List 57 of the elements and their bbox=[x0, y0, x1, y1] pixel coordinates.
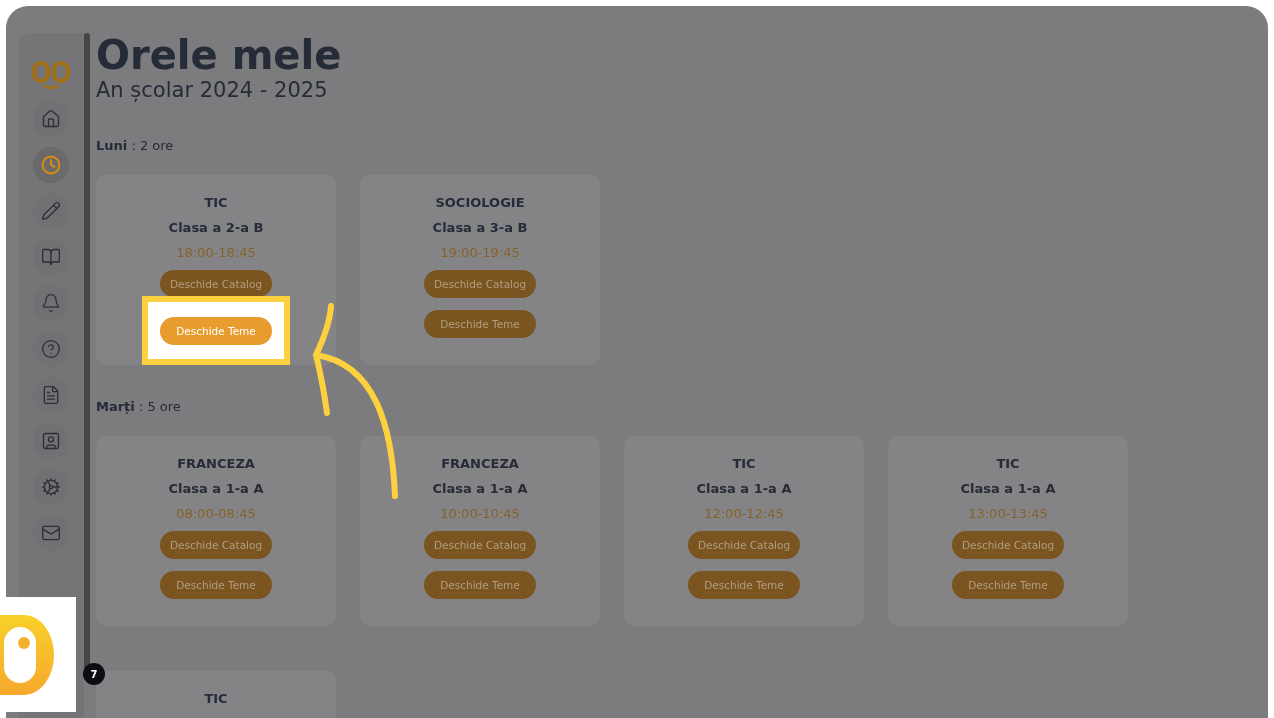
mail-button[interactable] bbox=[33, 515, 69, 551]
lesson-time: 12:00-12:45 bbox=[704, 506, 784, 521]
subject-name: TIC bbox=[996, 456, 1020, 471]
bell-button[interactable] bbox=[33, 285, 69, 321]
open-catalog-button[interactable]: Deschide Catalog bbox=[952, 531, 1064, 559]
help-icon bbox=[41, 339, 61, 359]
page-subtitle: An școlar 2024 - 2025 bbox=[96, 78, 329, 102]
document-button[interactable] bbox=[33, 377, 69, 413]
clock-button[interactable] bbox=[33, 147, 69, 183]
book-button[interactable] bbox=[33, 239, 69, 275]
lesson-time: 19:00-19:45 bbox=[440, 245, 520, 260]
settings-icon bbox=[41, 477, 61, 497]
logo-icon bbox=[32, 61, 70, 91]
lesson-time: 08:00-08:45 bbox=[176, 506, 256, 521]
mail-icon bbox=[41, 523, 61, 543]
subject-name: SOCIOLOGIE bbox=[435, 195, 525, 210]
subject-name: TIC bbox=[204, 691, 228, 706]
open-homework-button[interactable]: Deschide Teme bbox=[952, 570, 1064, 599]
help-button[interactable] bbox=[33, 331, 69, 367]
class-name: Clasa a 1-a A bbox=[960, 481, 1056, 496]
class-name: Clasa a 3-a B bbox=[432, 220, 528, 235]
open-homework-button[interactable]: Deschide Teme bbox=[688, 570, 800, 599]
bell-icon bbox=[41, 293, 61, 313]
profile-button[interactable] bbox=[33, 423, 69, 459]
lesson-time: 13:00-13:45 bbox=[968, 506, 1048, 521]
home-icon bbox=[41, 109, 61, 129]
subject-name: TIC bbox=[204, 195, 228, 210]
class-name: Clasa a 2-a B bbox=[168, 220, 264, 235]
day-heading: Luni : 2 ore bbox=[96, 138, 175, 153]
class-name: Clasa a 1-a A bbox=[168, 481, 264, 496]
book-icon bbox=[41, 247, 61, 267]
open-catalog-button[interactable]: Deschide Catalog bbox=[424, 270, 536, 298]
clock-icon bbox=[41, 155, 61, 175]
pencil-icon bbox=[41, 201, 61, 221]
lesson-time: 18:00-18:45 bbox=[176, 245, 256, 260]
page-title: Orele mele bbox=[96, 32, 343, 78]
class-name: Clasa a 1-a A bbox=[696, 481, 792, 496]
settings-button[interactable] bbox=[33, 469, 69, 505]
class-name: Clasa a 1-a A bbox=[432, 481, 528, 496]
open-catalog-button[interactable]: Deschide Catalog bbox=[160, 270, 272, 298]
open-homework-button[interactable]: Deschide Teme bbox=[160, 570, 272, 599]
open-homework-button[interactable]: Deschide Teme bbox=[424, 570, 536, 599]
home-button[interactable] bbox=[33, 101, 69, 137]
notification-badge: 7 bbox=[83, 663, 105, 685]
open-catalog-button[interactable]: Deschide Catalog bbox=[160, 531, 272, 559]
profile-icon bbox=[41, 431, 61, 451]
open-homework-button[interactable]: Deschide Teme bbox=[424, 309, 536, 338]
day-heading: Marți : 5 ore bbox=[96, 399, 182, 414]
subject-name: FRANCEZA bbox=[177, 456, 255, 471]
pencil-button[interactable] bbox=[33, 193, 69, 229]
open-catalog-button[interactable]: Deschide Catalog bbox=[688, 531, 800, 559]
open-homework-button[interactable]: Deschide Teme bbox=[160, 316, 272, 345]
document-icon bbox=[41, 385, 61, 405]
subject-name: TIC bbox=[732, 456, 756, 471]
lesson-time: 10:00-10:45 bbox=[440, 506, 520, 521]
subject-name: FRANCEZA bbox=[441, 456, 519, 471]
open-catalog-button[interactable]: Deschide Catalog bbox=[424, 531, 536, 559]
